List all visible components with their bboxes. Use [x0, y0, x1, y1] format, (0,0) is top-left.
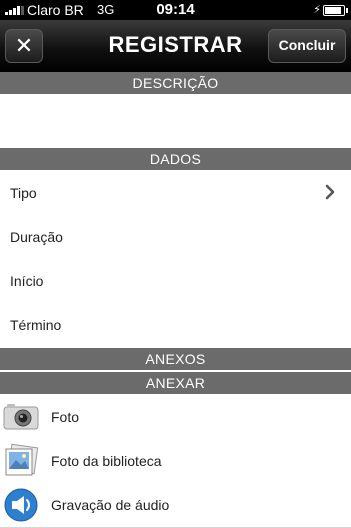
status-time: 09:14 [156, 1, 195, 18]
navigation-bar: ✕ REGISTRAR Concluir [0, 20, 351, 73]
row-label: Término [10, 317, 62, 333]
attach-photo-row[interactable]: Foto [0, 395, 351, 440]
attach-library-photo-row[interactable]: Foto da biblioteca [0, 439, 351, 484]
description-field[interactable] [0, 95, 351, 147]
attach-audio-row[interactable]: Gravação de áudio [0, 483, 351, 528]
row-label: Tipo [10, 185, 37, 201]
row-inicio[interactable]: Início [0, 259, 351, 304]
charging-icon: ⚡ [313, 4, 321, 16]
photo-library-icon [5, 443, 39, 476]
section-header-anexos: ANEXOS [0, 348, 351, 370]
done-button[interactable]: Concluir [268, 29, 346, 63]
row-termino[interactable]: Término [0, 303, 351, 347]
microphone-icon [4, 488, 38, 522]
row-tipo[interactable]: Tipo [0, 171, 351, 216]
row-duracao[interactable]: Duração [0, 215, 351, 260]
status-bar: Claro BR 3G 09:14 ⚡ [0, 0, 351, 20]
section-header-anexar: ANEXAR [0, 372, 351, 394]
battery-icon [323, 5, 348, 16]
section-header-dados: DADOS [0, 148, 351, 170]
row-label: Início [10, 273, 44, 289]
camera-icon [3, 404, 39, 430]
section-header-descricao: DESCRIÇÃO [0, 72, 351, 94]
chevron-right-icon [325, 184, 335, 200]
row-label: Duração [10, 229, 63, 245]
